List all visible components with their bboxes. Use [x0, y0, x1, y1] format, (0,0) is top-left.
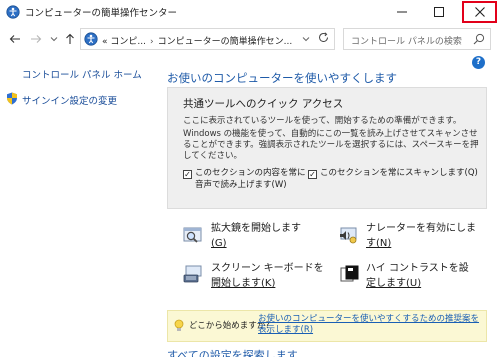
search-input[interactable]: コントロール パネルの検索	[343, 28, 491, 50]
start-on-screen-keyboard-link[interactable]: スクリーン キーボードを 開始します(K)	[211, 261, 324, 291]
breadcrumb: « コンピ... › コンピューターの簡単操作セン...	[102, 34, 292, 47]
setup-high-contrast-shortcut: 定します(U)	[366, 278, 422, 289]
on-screen-keyboard-icon	[183, 265, 202, 283]
control-panel-icon	[84, 32, 98, 46]
get-recommendations-label: お使いのコンピューターを使いやすくするための推奨案を表示します(R)	[258, 314, 480, 335]
high-contrast-icon	[340, 265, 359, 282]
scan-checkbox[interactable]: ✓	[308, 170, 317, 179]
title-bar: コンピューターの簡単操作センター	[0, 0, 500, 24]
refresh-icon	[318, 31, 328, 42]
minimize-icon	[397, 11, 407, 13]
breadcrumb-item-control-panel[interactable]: コンピ...	[110, 37, 146, 47]
forward-button[interactable]	[29, 32, 43, 46]
checkmark-icon: ✓	[184, 169, 191, 179]
start-magnifier-label: 拡大鏡を開始します	[211, 223, 301, 234]
sidebar-item-control-panel-home[interactable]: コントロール パネル ホーム	[22, 67, 142, 81]
address-bar[interactable]: « コンピ... › コンピューターの簡単操作セン...	[80, 28, 335, 50]
start-on-screen-keyboard-shortcut: 開始します(K)	[211, 278, 276, 289]
search-icon	[473, 33, 485, 45]
maximize-button[interactable]	[421, 0, 457, 24]
scan-checkbox-label[interactable]: このセクションを常にスキャンします(Q)	[320, 167, 478, 179]
start-narrator-link[interactable]: ナレーターを有効にしま す(N)	[366, 221, 476, 251]
start-narrator-label: ナレーターを有効にしま	[366, 223, 476, 234]
address-dropdown-button[interactable]	[299, 32, 313, 46]
search-placeholder: コントロール パネルの検索	[351, 37, 462, 47]
magnifier-icon	[183, 227, 202, 243]
get-recommendations-link[interactable]: お使いのコンピューターを使いやすくするための推奨案を表示します(R)	[258, 314, 483, 336]
quick-access-subtitle: ここに表示されているツールを使って、開始するための準備ができます。	[183, 116, 462, 126]
lightbulb-icon	[174, 319, 184, 331]
breadcrumb-separator-icon: ›	[149, 37, 154, 47]
page-title: お使いのコンピューターを使いやすくします	[167, 71, 397, 85]
breadcrumb-overflow[interactable]: «	[102, 37, 108, 47]
ease-of-access-icon	[6, 5, 20, 19]
start-magnifier-link[interactable]: 拡大鏡を開始します (G)	[211, 221, 301, 251]
read-aloud-checkbox[interactable]: ✓	[183, 170, 192, 179]
help-button[interactable]: ?	[472, 56, 485, 69]
breadcrumb-item-ease-of-access[interactable]: コンピューターの簡単操作セン...	[158, 37, 293, 47]
quick-access-description: Windows の機能を使って、自動的にこの一覧を読み上げさせてスキャンさせるこ…	[183, 129, 479, 161]
refresh-button[interactable]	[314, 28, 332, 46]
narrator-icon	[340, 227, 357, 244]
checkmark-icon: ✓	[309, 169, 316, 179]
sidebar-item-signin-settings[interactable]: サインイン設定の変更	[22, 93, 117, 107]
start-magnifier-shortcut: (G)	[211, 238, 227, 249]
chevron-down-icon	[50, 37, 58, 42]
back-button[interactable]	[8, 32, 22, 46]
maximize-icon	[434, 7, 444, 17]
up-button[interactable]	[63, 32, 77, 46]
window-title: コンピューターの簡単操作センター	[25, 8, 178, 19]
chevron-down-icon	[302, 37, 310, 42]
quick-access-panel: 共通ツールへのクイック アクセス ここに表示されているツールを使って、開始するた…	[167, 87, 487, 209]
quick-access-title: 共通ツールへのクイック アクセス	[183, 98, 344, 110]
read-aloud-checkbox-label[interactable]: このセクションの内容を常に音声で読み上げます(W)	[195, 167, 307, 191]
recent-locations-button[interactable]	[47, 32, 61, 46]
setup-high-contrast-label: ハイ コントラストを設	[366, 263, 469, 274]
arrow-right-icon	[31, 35, 42, 43]
start-on-screen-keyboard-label: スクリーン キーボードを	[211, 263, 324, 274]
setup-high-contrast-link[interactable]: ハイ コントラストを設 定します(U)	[366, 261, 469, 291]
explore-all-settings-heading[interactable]: すべての設定を探索します	[167, 347, 298, 357]
arrow-left-icon	[9, 35, 20, 43]
minimize-button[interactable]	[384, 0, 420, 24]
shield-icon	[7, 92, 17, 105]
close-icon	[474, 7, 485, 17]
close-button[interactable]	[462, 1, 497, 23]
arrow-up-icon	[66, 33, 74, 44]
recommendation-tip: どこから始めますか? お使いのコンピューターを使いやすくするための推奨案を表示し…	[167, 310, 487, 342]
start-narrator-shortcut: す(N)	[366, 238, 392, 249]
